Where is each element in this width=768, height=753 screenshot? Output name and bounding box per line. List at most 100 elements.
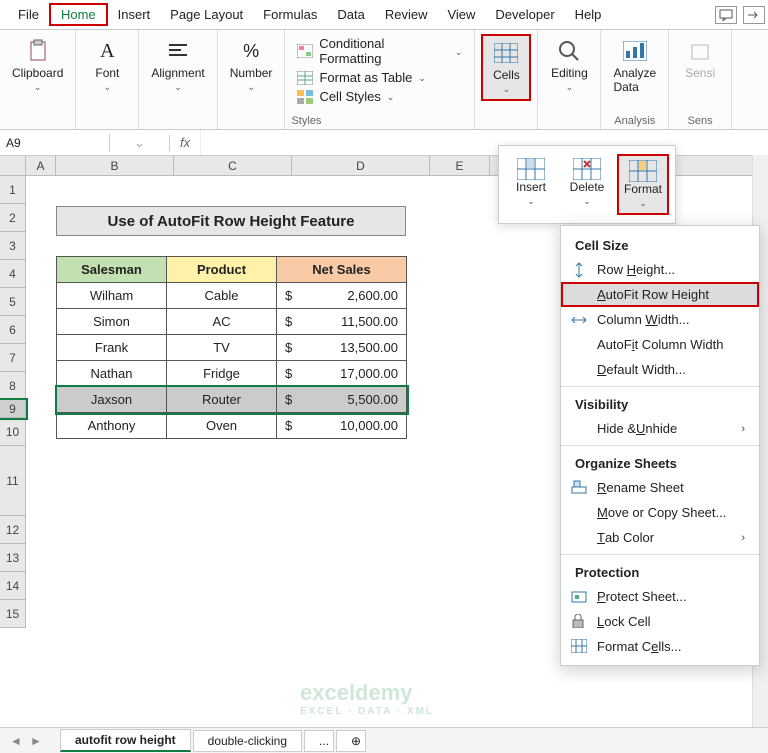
table-row-selected[interactable]: JaxsonRouter$5,500.00 <box>57 387 407 413</box>
row-header-2[interactable]: 2 <box>0 204 26 232</box>
row-header-12[interactable]: 12 <box>0 516 26 544</box>
header-salesman[interactable]: Salesman <box>57 257 167 283</box>
col-header-d[interactable]: D <box>292 156 430 175</box>
cell-salesman[interactable]: Wilham <box>57 283 167 309</box>
row-height-icon <box>571 262 587 278</box>
cell-salesman[interactable]: Frank <box>57 335 167 361</box>
watermark: exceldemy EXCEL · DATA · XML <box>300 680 434 717</box>
row-header-3[interactable]: 3 <box>0 232 26 260</box>
format-as-table-button[interactable]: Format as Table⌄ <box>291 68 468 87</box>
cell-salesman[interactable]: Simon <box>57 309 167 335</box>
row-header-11[interactable]: 11 <box>0 446 26 516</box>
row-header-7[interactable]: 7 <box>0 344 26 372</box>
row-header-5[interactable]: 5 <box>0 288 26 316</box>
row-header-1[interactable]: 1 <box>0 176 26 204</box>
row-header-10[interactable]: 10 <box>0 418 26 446</box>
tab-formulas[interactable]: Formulas <box>253 3 327 26</box>
tab-insert[interactable]: Insert <box>108 3 161 26</box>
menu-header-visibility: Visibility <box>561 391 759 416</box>
cell-product[interactable]: Cable <box>167 283 277 309</box>
menu-rename-sheet[interactable]: Rename Sheet <box>561 475 759 500</box>
col-header-a[interactable]: A <box>26 156 56 175</box>
row-header-9[interactable]: 9 <box>0 400 26 418</box>
col-header-b[interactable]: B <box>56 156 174 175</box>
table-row[interactable]: AnthonyOven$10,000.00 <box>57 413 407 439</box>
menu-tab-color[interactable]: Tab Color› <box>561 525 759 550</box>
font-button[interactable]: A Font ⌄ <box>82 34 132 97</box>
menu-lock-cell[interactable]: Lock Cell <box>561 609 759 634</box>
table-row[interactable]: NathanFridge$17,000.00 <box>57 361 407 387</box>
clipboard-button[interactable]: Clipboard ⌄ <box>6 34 69 97</box>
cell-styles-button[interactable]: Cell Styles⌄ <box>291 87 468 106</box>
conditional-formatting-button[interactable]: Conditional Formatting⌄ <box>291 34 468 68</box>
col-header-c[interactable]: C <box>174 156 292 175</box>
sheet-nav-next[interactable]: ► <box>30 734 42 748</box>
cell-netsales[interactable]: $2,600.00 <box>277 283 407 309</box>
menu-default-width[interactable]: Default Width... <box>561 357 759 382</box>
name-box[interactable]: A9 <box>0 134 110 152</box>
menu-autofit-row-height[interactable]: AutoFit Row Height <box>561 282 759 307</box>
cell-netsales[interactable]: $5,500.00 <box>277 387 407 413</box>
select-all-corner[interactable] <box>0 156 26 176</box>
menu-column-width[interactable]: Column Width... <box>561 307 759 332</box>
cell-salesman[interactable]: Jaxson <box>57 387 167 413</box>
tab-view[interactable]: View <box>437 3 485 26</box>
header-product[interactable]: Product <box>167 257 277 283</box>
cell-product[interactable]: AC <box>167 309 277 335</box>
sheet-tab[interactable]: double-clicking <box>193 730 302 752</box>
cell-netsales[interactable]: $17,000.00 <box>277 361 407 387</box>
tab-home[interactable]: Home <box>49 3 108 26</box>
cell-salesman[interactable]: Anthony <box>57 413 167 439</box>
editing-button[interactable]: Editing ⌄ <box>544 34 594 97</box>
sheet-tab-more[interactable]: ... <box>304 730 334 752</box>
row-header-13[interactable]: 13 <box>0 544 26 572</box>
cells-button[interactable]: Cells ⌄ <box>481 34 531 101</box>
tab-file[interactable]: File <box>8 3 49 26</box>
format-button[interactable]: Format⌄ <box>617 154 669 215</box>
cell-product[interactable]: TV <box>167 335 277 361</box>
row-header-14[interactable]: 14 <box>0 572 26 600</box>
cell-product[interactable]: Fridge <box>167 361 277 387</box>
table-row[interactable]: SimonAC$11,500.00 <box>57 309 407 335</box>
title-cell[interactable]: Use of AutoFit Row Height Feature <box>56 206 406 236</box>
cell-product[interactable]: Router <box>167 387 277 413</box>
cell-netsales[interactable]: $11,500.00 <box>277 309 407 335</box>
formula-input[interactable] <box>200 130 768 155</box>
sheet-tab-active[interactable]: autofit row height <box>60 729 191 752</box>
row-header-6[interactable]: 6 <box>0 316 26 344</box>
analyze-data-button[interactable]: AnalyzeData <box>607 34 662 98</box>
delete-button[interactable]: Delete⌄ <box>561 154 613 215</box>
row-header-4[interactable]: 4 <box>0 260 26 288</box>
tab-data[interactable]: Data <box>327 3 374 26</box>
sensitivity-button[interactable]: Sensi <box>675 34 725 84</box>
table-row[interactable]: FrankTV$13,500.00 <box>57 335 407 361</box>
new-sheet-button[interactable]: ⊕ <box>336 730 366 752</box>
tab-review[interactable]: Review <box>375 3 438 26</box>
menu-hide-unhide[interactable]: Hide & Unhide› <box>561 416 759 441</box>
number-button[interactable]: % Number ⌄ <box>224 34 279 97</box>
row-header-15[interactable]: 15 <box>0 600 26 628</box>
sheet-nav-prev[interactable]: ◄ <box>10 734 22 748</box>
insert-button[interactable]: Insert⌄ <box>505 154 557 215</box>
menu-protect-sheet[interactable]: Protect Sheet... <box>561 584 759 609</box>
cell-netsales[interactable]: $10,000.00 <box>277 413 407 439</box>
cell-product[interactable]: Oven <box>167 413 277 439</box>
tab-developer[interactable]: Developer <box>485 3 564 26</box>
header-netsales[interactable]: Net Sales <box>277 257 407 283</box>
menu-autofit-column-width[interactable]: AutoFit Column Width <box>561 332 759 357</box>
share-icon[interactable] <box>743 6 765 24</box>
col-header-e[interactable]: E <box>430 156 490 175</box>
menu-format-cells[interactable]: Format Cells... <box>561 634 759 659</box>
fx-label[interactable]: fx <box>170 135 200 150</box>
menu-row-height[interactable]: Row Height... <box>561 257 759 282</box>
row-header-8[interactable]: 8 <box>0 372 26 400</box>
formula-dropdown[interactable]: ⌄ <box>110 135 170 151</box>
tab-help[interactable]: Help <box>565 3 612 26</box>
cell-netsales[interactable]: $13,500.00 <box>277 335 407 361</box>
table-row[interactable]: WilhamCable$2,600.00 <box>57 283 407 309</box>
alignment-button[interactable]: Alignment ⌄ <box>145 34 210 97</box>
tab-pagelayout[interactable]: Page Layout <box>160 3 253 26</box>
menu-move-copy[interactable]: Move or Copy Sheet... <box>561 500 759 525</box>
cell-salesman[interactable]: Nathan <box>57 361 167 387</box>
comments-icon[interactable] <box>715 6 737 24</box>
